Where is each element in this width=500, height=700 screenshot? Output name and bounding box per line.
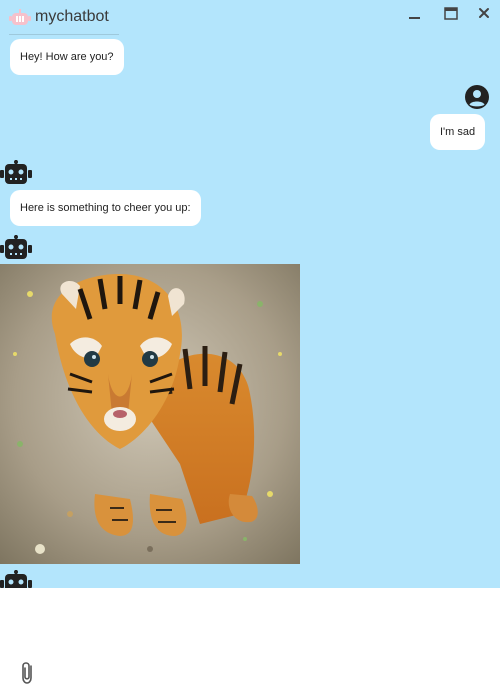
bot-message-bubble: Here is something to cheer you up:	[10, 190, 201, 226]
minimize-icon[interactable]	[405, 6, 425, 22]
bot-message-bubble: Hey! How are you?	[10, 39, 124, 75]
user-message-bubble: I'm sad	[430, 114, 486, 150]
user-avatar-icon	[465, 85, 489, 109]
chat-area[interactable]: mychatbot Hey! How are you? I'm sad Here…	[0, 0, 500, 588]
maximize-icon[interactable]	[441, 6, 461, 22]
app-title: mychatbot	[35, 8, 109, 25]
close-icon[interactable]	[474, 6, 494, 22]
title-divider	[9, 34, 119, 35]
bot-avatar-icon	[0, 235, 32, 259]
message-input-area[interactable]	[0, 588, 500, 700]
bot-avatar-icon	[0, 570, 32, 588]
paperclip-icon[interactable]	[18, 660, 38, 686]
bot-avatar-icon	[0, 160, 32, 184]
app-logo-icon	[9, 9, 31, 25]
tiger-cub-image	[0, 264, 300, 564]
title-bar: mychatbot	[0, 0, 500, 35]
